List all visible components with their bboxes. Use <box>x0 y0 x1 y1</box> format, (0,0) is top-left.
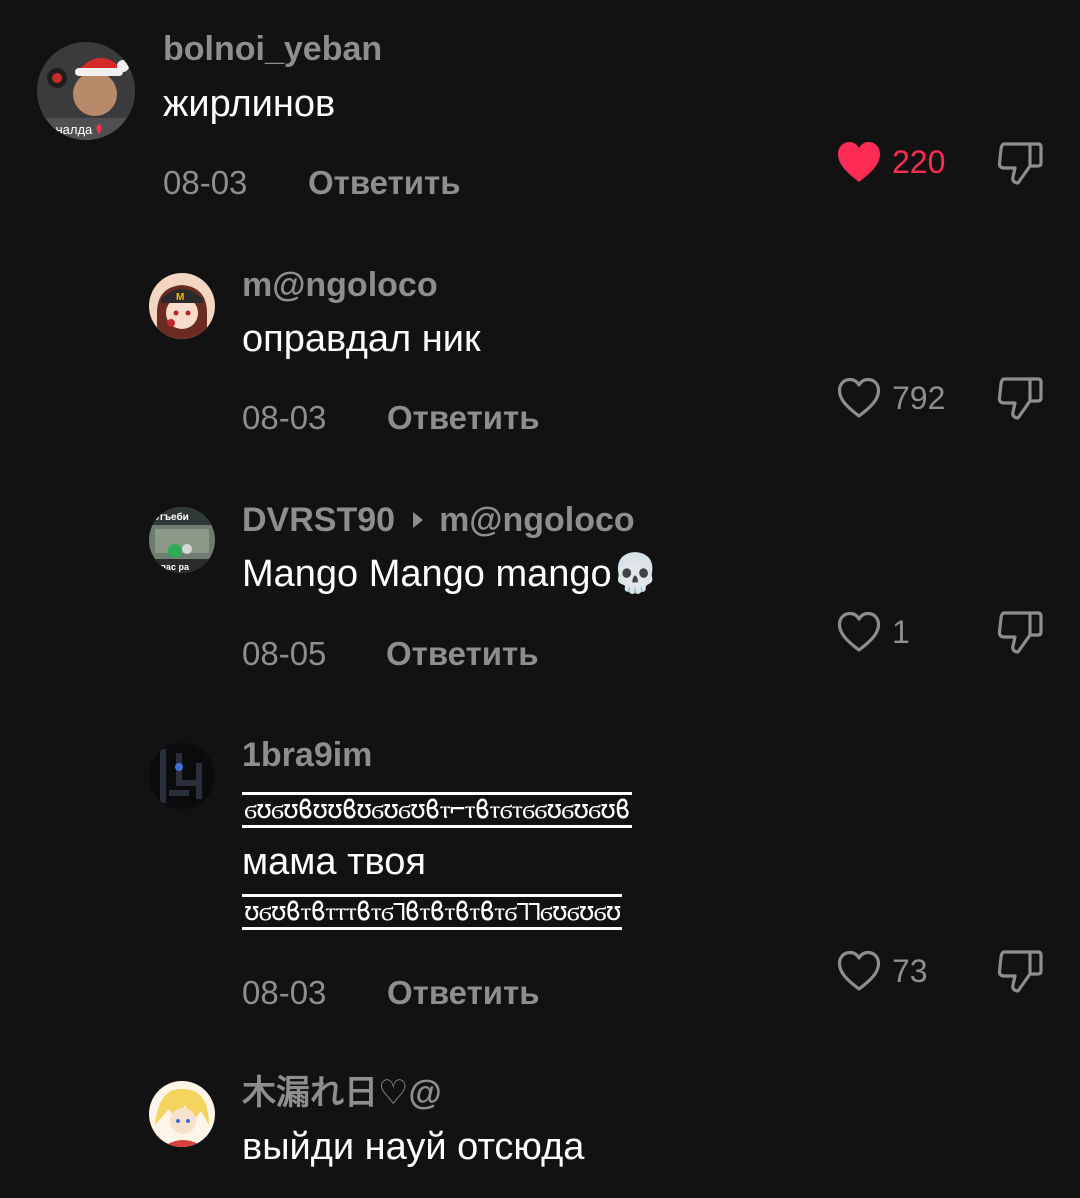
like-count: 220 <box>892 144 946 180</box>
reply-button[interactable]: Ответить <box>387 973 540 1013</box>
like-count: 792 <box>892 380 946 416</box>
avatar-caption-bottom: опас ра <box>155 562 190 572</box>
comment-date: 08-05 <box>242 635 327 672</box>
comment-date: 08-03 <box>242 399 327 436</box>
reply-button[interactable]: Ответить <box>387 398 540 438</box>
avatar-image: роналда <box>37 42 135 140</box>
avatar-caption-top: отъеби <box>153 511 189 523</box>
thumbs-down-icon <box>997 611 1043 654</box>
heart-icon <box>837 377 881 418</box>
comment-username[interactable]: DVRST90 m@ngoloco <box>242 500 635 540</box>
dislike-button[interactable] <box>996 375 1044 421</box>
comment-item: роналда bolnoi_yeban жирлинов 08-03 Отве… <box>0 0 1080 230</box>
decorative-text-line: ϭʊϭʊϐʊʊϐʊϭʊϭʊϐⲧ⌐ⲧϐⲧϭⲧϭϭʊϭʊϭʊϐ <box>242 792 632 828</box>
like-count: 73 <box>892 953 928 989</box>
decorative-text-line: ʊϭʊϐⲧϐⲧⲧⲧϐⲧϭ⅂ϐⲧϐⲧϐⲧϐⲧϭ⅂⅂ϭʊϭʊϭʊ <box>242 894 623 930</box>
like-button[interactable]: 220 <box>836 140 945 184</box>
reply-to-username[interactable]: m@ngoloco <box>439 501 635 539</box>
avatar[interactable]: M <box>149 273 215 339</box>
username-label[interactable]: DVRST90 <box>242 501 395 539</box>
avatar-image <box>149 743 215 809</box>
avatar-image <box>149 1081 215 1147</box>
comment-username[interactable]: m@ngoloco <box>242 265 438 305</box>
avatar[interactable] <box>149 743 215 809</box>
triangle-right-icon <box>413 512 424 529</box>
thumbs-down-icon <box>997 377 1043 420</box>
comment-username[interactable]: 1bra9im <box>242 735 372 775</box>
comment-text: мама твоя <box>242 841 426 883</box>
comment-username[interactable]: bolnoi_yeban <box>163 29 382 69</box>
like-button[interactable]: 73 <box>836 949 928 993</box>
dislike-button[interactable] <box>996 140 1044 186</box>
like-button[interactable]: 792 <box>836 376 945 420</box>
dislike-button[interactable] <box>996 948 1044 994</box>
reply-button[interactable]: Ответить <box>386 634 539 674</box>
comment-date: 08-03 <box>163 164 248 201</box>
heart-icon <box>837 950 881 991</box>
avatar-image: отъеби опас ра <box>149 507 215 573</box>
thumbs-down-icon <box>997 142 1043 185</box>
avatar-image: M <box>149 273 215 339</box>
avatar-caption: роналда <box>41 122 93 137</box>
comment-text: жирлинов <box>163 83 336 125</box>
thumbs-down-icon <box>997 950 1043 993</box>
svg-text:M: M <box>176 292 184 303</box>
avatar[interactable] <box>149 1081 215 1147</box>
heart-icon <box>838 142 880 182</box>
comment-username[interactable]: 木漏れ日♡@ <box>242 1073 442 1113</box>
comment-text: оправдал ник <box>242 318 481 360</box>
like-button[interactable]: 1 <box>836 610 910 654</box>
avatar[interactable]: роналда <box>37 42 135 140</box>
heart-icon <box>837 611 881 652</box>
dislike-button[interactable] <box>996 609 1044 655</box>
avatar[interactable]: отъеби опас ра <box>149 507 215 573</box>
comment-text: Mango Mango mango💀 <box>242 553 659 595</box>
comment-text: выйди науй отсюда <box>242 1126 585 1168</box>
reply-button[interactable]: Ответить <box>308 163 461 203</box>
like-count: 1 <box>892 614 910 650</box>
comment-date: 08-03 <box>242 974 327 1011</box>
